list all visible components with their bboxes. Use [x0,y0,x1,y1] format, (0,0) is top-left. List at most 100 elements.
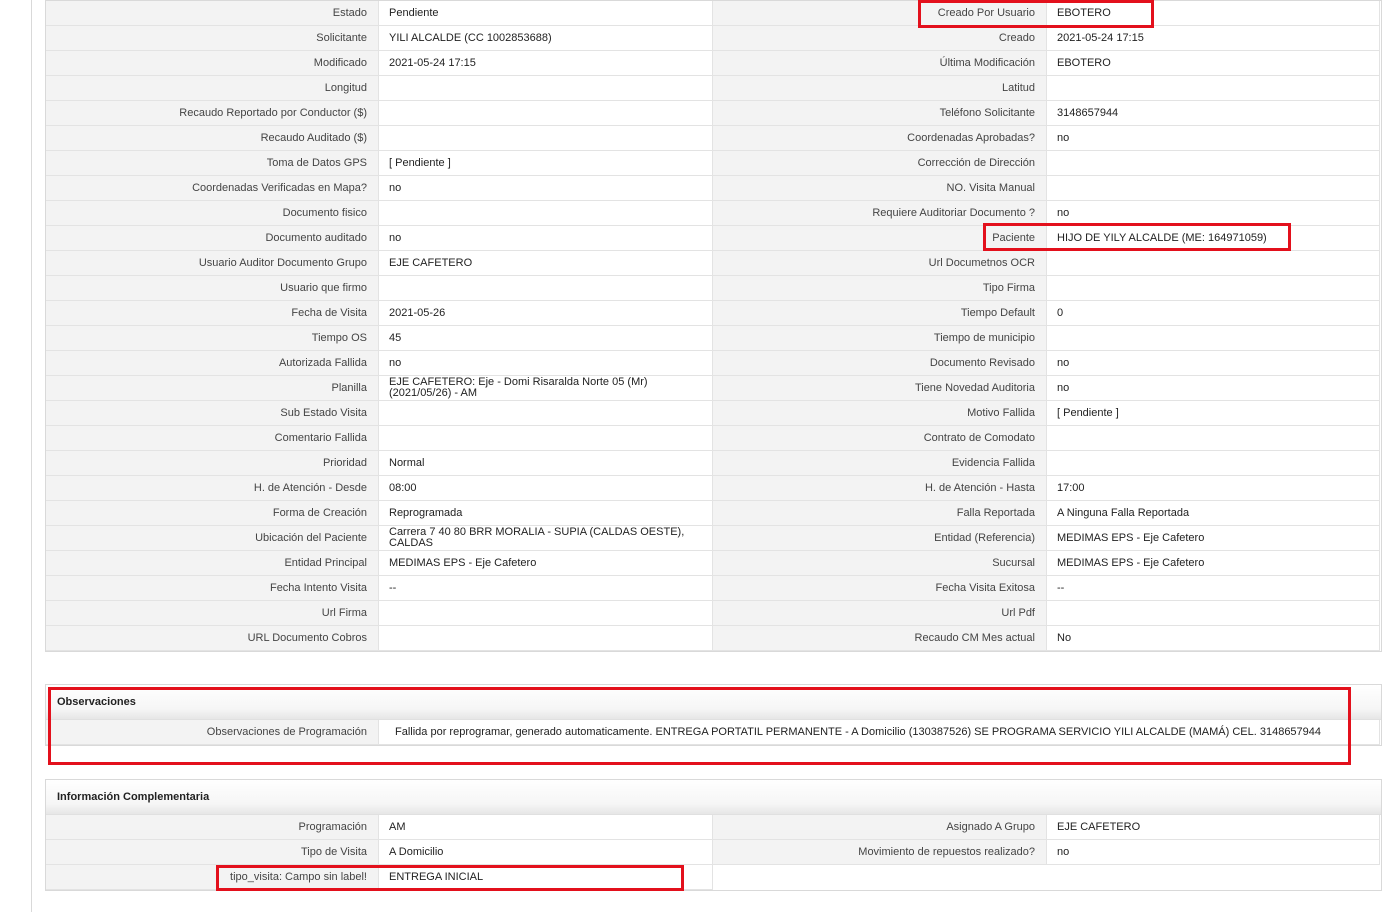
prioridad-value: Normal [379,451,713,476]
documento-revisado-value: no [1047,351,1380,376]
tipo-de-visita-value: A Domicilio [379,840,713,865]
coordenadas-aprobadas-label: Coordenadas Aprobadas? [713,126,1047,151]
comentario-fallida-value [379,426,713,451]
no-visita-manual-value [1047,176,1380,201]
evidencia-fallida-label: Evidencia Fallida [713,451,1047,476]
observaciones-value: Fallida por reprogramar, generado automa… [379,720,1380,745]
modificado-label: Modificado [46,51,379,76]
contrato-de-comodato-value [1047,426,1380,451]
table-row: Tiempo OS 45 Tiempo de municipio [46,326,1381,351]
page-left-border [31,0,32,912]
documento-auditado-label: Documento auditado [46,226,379,251]
documento-revisado-label: Documento Revisado [713,351,1047,376]
table-row: Forma de Creación Reprogramada Falla Repor… [46,501,1381,526]
sub-estado-visita-label: Sub Estado Visita [46,401,379,426]
table-row: Modificado 2021-05-24 17:15 Última Modific… [46,51,1381,76]
h-de-atencion-hasta-label: H. de Atención - Hasta [713,476,1047,501]
creado-label: Creado [713,26,1047,51]
creado-value: 2021-05-24 17:15 [1047,26,1380,51]
tiempo-os-value: 45 [379,326,713,351]
documento-fisico-value [379,201,713,226]
toma-de-datos-gps-value: [ Pendiente ] [379,151,713,176]
table-row: Solicitante YILI ALCALDE (CC 1002853688) C… [46,26,1381,51]
solicitante-value: YILI ALCALDE (CC 1002853688) [379,26,713,51]
table-row: Recaudo Reportado por Conductor ($) Teléf… [46,101,1381,126]
tipo-de-visita-label: Tipo de Visita [46,840,379,865]
falla-reportada-label: Falla Reportada [713,501,1047,526]
sub-estado-visita-value [379,401,713,426]
tiene-novedad-auditoria-label: Tiene Novedad Auditoria [713,376,1047,401]
evidencia-fallida-value [1047,451,1380,476]
coordenadas-verificadas-en-mapa-label: Coordenadas Verificadas en Mapa? [46,176,379,201]
modificado-value: 2021-05-24 17:15 [379,51,713,76]
forma-de-creacion-value: Reprogramada [379,501,713,526]
usuario-que-firmo-value [379,276,713,301]
observaciones-section: Observaciones Observaciones de Programac… [45,684,1382,746]
observaciones-label: Observaciones de Programación [46,720,379,745]
movimiento-de-repuestos-realizado-label: Movimiento de repuestos realizado? [713,840,1047,865]
table-row: Coordenadas Verificadas en Mapa? no NO. V… [46,176,1381,201]
requiere-auditoriar-documento-label: Requiere Auditoriar Documento ? [713,201,1047,226]
observaciones-row: Observaciones de Programación Fallida po… [46,720,1381,745]
telefono-solicitante-label: Teléfono Solicitante [713,101,1047,126]
table-row: H. de Atención - Desde 08:00 H. de Atenció… [46,476,1381,501]
latitud-label: Latitud [713,76,1047,101]
table-row: Estado Pendiente Creado Por Usuario EBOTERO [46,1,1381,26]
h-de-atencion-desde-label: H. de Atención - Desde [46,476,379,501]
sucursal-value: MEDIMAS EPS - Eje Cafetero [1047,551,1380,576]
table-row: Ubicación del Paciente Carrera 7 40 80 BR… [46,526,1381,551]
tiempo-os-label: Tiempo OS [46,326,379,351]
url-documento-cobros-value [379,626,713,651]
estado-value: Pendiente [379,1,713,26]
complementaria-last-row: tipo_visita: Campo sin label! ENTREGA IN… [46,865,1381,890]
fecha-de-visita-value: 2021-05-26 [379,301,713,326]
programacion-value: AM [379,815,713,840]
tiene-novedad-auditoria-value: no [1047,376,1380,401]
fecha-intento-visita-value: -- [379,576,713,601]
falla-reportada-value: A Ninguna Falla Reportada [1047,501,1380,526]
tipo-visita-label: tipo_visita: Campo sin label! [46,865,379,890]
table-row: URL Documento Cobros Recaudo CM Mes actua… [46,626,1381,651]
fecha-visita-exitosa-value: -- [1047,576,1380,601]
forma-de-creacion-label: Forma de Creación [46,501,379,526]
table-row: Autorizada Fallida no Documento Revisado … [46,351,1381,376]
complementaria-title: Información Complementaria [46,780,1381,815]
paciente-value: HIJO DE YILY ALCALDE (ME: 164971059) [1047,226,1380,251]
ubicacion-del-paciente-value: Carrera 7 40 80 BRR MORALIA - SUPIA (CAL… [379,526,713,551]
tiempo-default-value: 0 [1047,301,1380,326]
coordenadas-verificadas-en-mapa-value: no [379,176,713,201]
url-pdf-value [1047,601,1380,626]
table-row: Fecha Intento Visita -- Fecha Visita Exit… [46,576,1381,601]
entidad-referencia-label: Entidad (Referencia) [713,526,1047,551]
tipo-visita-value: ENTREGA INICIAL [379,865,713,890]
coordenadas-aprobadas-value: no [1047,126,1380,151]
table-row: Longitud Latitud [46,76,1381,101]
table-row: Sub Estado Visita Motivo Fallida[ Pendien… [46,401,1381,426]
contrato-de-comodato-label: Contrato de Comodato [713,426,1047,451]
autorizada-fallida-value: no [379,351,713,376]
tiempo-de-municipio-value [1047,326,1380,351]
detail-table: Estado Pendiente Creado Por Usuario EBOTERO… [45,0,1382,652]
asignado-a-grupo-value: EJE CAFETERO [1047,815,1380,840]
table-row: Comentario Fallida Contrato de Comodato [46,426,1381,451]
longitud-value [379,76,713,101]
movimiento-de-repuestos-realizado-value: no [1047,840,1380,865]
tiempo-default-label: Tiempo Default [713,301,1047,326]
correccion-de-direccion-value [1047,151,1380,176]
estado-label: Estado [46,1,379,26]
no-visita-manual-label: NO. Visita Manual [713,176,1047,201]
usuario-que-firmo-label: Usuario que firmo [46,276,379,301]
entidad-principal-label: Entidad Principal [46,551,379,576]
creado-por-usuario-label: Creado Por Usuario [713,1,1047,26]
url-firma-value [379,601,713,626]
h-de-atencion-desde-value: 08:00 [379,476,713,501]
table-row: Prioridad Normal Evidencia Fallida [46,451,1381,476]
complementaria-section: Información Complementaria Programación A… [45,779,1382,891]
ubicacion-del-paciente-label: Ubicación del Paciente [46,526,379,551]
telefono-solicitante-value: 3148657944 [1047,101,1380,126]
fecha-visita-exitosa-label: Fecha Visita Exitosa [713,576,1047,601]
motivo-fallida-label: Motivo Fallida [713,401,1047,426]
recaudo-cm-mes-actual-label: Recaudo CM Mes actual [713,626,1047,651]
detail-grid: Estado Pendiente Creado Por Usuario EBOTERO… [46,1,1381,651]
observaciones-title: Observaciones [46,685,1381,720]
